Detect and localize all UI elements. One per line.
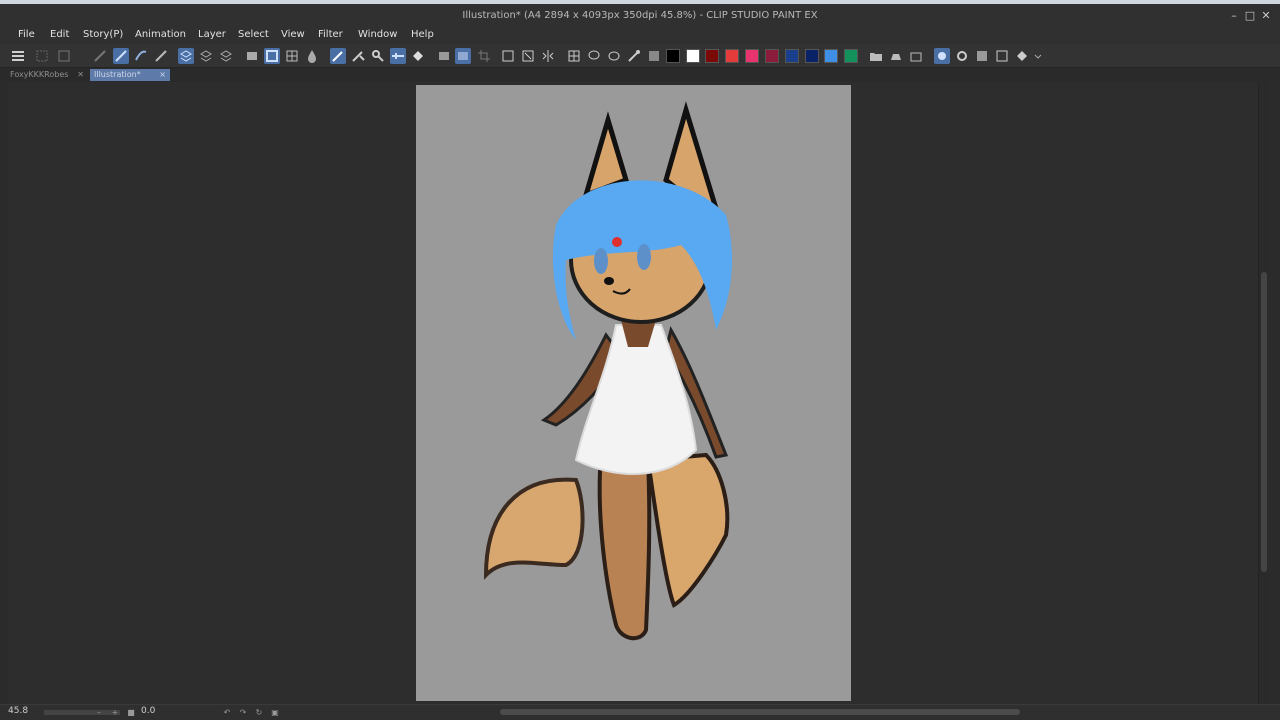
tab-foxykkkrobes[interactable]: FoxyKKKRobes ✕	[6, 69, 88, 81]
magic-wand-icon[interactable]	[626, 48, 642, 64]
crop-icon[interactable]	[476, 48, 492, 64]
export-icon[interactable]	[908, 48, 924, 64]
color-swatch-crimson[interactable]	[765, 49, 779, 63]
fit-icon[interactable]: ■	[126, 708, 136, 718]
layer-stack-2-icon[interactable]	[198, 48, 214, 64]
gear-icon[interactable]	[954, 48, 970, 64]
drawing-canvas[interactable]	[416, 85, 851, 701]
status-bar: 45.8 – + ■ 0.0 ↶ ↷ ↻ ▣	[0, 704, 1280, 720]
scale-icon[interactable]	[520, 48, 536, 64]
zoom-level[interactable]: 45.8	[8, 706, 28, 716]
color-swatch-blue[interactable]	[824, 49, 838, 63]
open-folder-icon[interactable]	[868, 48, 884, 64]
rect-icon[interactable]	[436, 48, 452, 64]
menu-animation[interactable]: Animation	[135, 29, 186, 40]
menu-view[interactable]: View	[281, 29, 305, 40]
zoom-out-icon[interactable]: –	[94, 708, 104, 718]
close-icon[interactable]: ✕	[77, 69, 84, 81]
frame-icon[interactable]	[264, 48, 280, 64]
color-swatch-red[interactable]	[725, 49, 739, 63]
hand-icon[interactable]	[1014, 48, 1030, 64]
color-swatch-green[interactable]	[844, 49, 858, 63]
ruler-snap-icon[interactable]	[390, 48, 406, 64]
snap-to-ruler-icon[interactable]	[113, 48, 129, 64]
menu-edit[interactable]: Edit	[50, 29, 69, 40]
color-swatch-black[interactable]	[666, 49, 680, 63]
zoom-slider[interactable]	[44, 710, 120, 715]
close-icon[interactable]: ×	[159, 69, 166, 81]
save-icon[interactable]	[888, 48, 904, 64]
menu-window[interactable]: Window	[358, 29, 397, 40]
lasso-2-icon[interactable]	[606, 48, 622, 64]
brush-icon[interactable]	[350, 48, 366, 64]
command-bar	[0, 44, 1280, 68]
color-swatch-navy[interactable]	[785, 49, 799, 63]
layer-palette-icon[interactable]	[974, 48, 990, 64]
tab-label: FoxyKKKRobes	[10, 70, 69, 79]
vertical-scrollbar[interactable]	[1258, 82, 1268, 704]
rect-2-icon[interactable]	[455, 48, 471, 64]
color-swatch-dark-navy[interactable]	[805, 49, 819, 63]
horizontal-scrollbar[interactable]	[500, 709, 1020, 715]
selection-launcher-icon[interactable]	[56, 48, 72, 64]
rotation-value[interactable]: 0.0	[141, 706, 155, 716]
ruler-pen-icon[interactable]	[92, 48, 108, 64]
selection-icon[interactable]	[566, 48, 582, 64]
color-swatch-pink[interactable]	[745, 49, 759, 63]
chevron-down-icon[interactable]	[1030, 48, 1042, 64]
layer-stack-3-icon[interactable]	[218, 48, 234, 64]
menu-filter[interactable]: Filter	[318, 29, 343, 40]
menu-select[interactable]: Select	[238, 29, 269, 40]
pen-icon[interactable]	[330, 48, 346, 64]
window-title: Illustration* (A4 2894 x 4093px 350dpi 4…	[462, 10, 818, 21]
tab-illustration[interactable]: Illustration* ×	[90, 69, 170, 81]
view-settings-icon[interactable]	[934, 48, 950, 64]
tab-label: Illustration*	[94, 70, 141, 79]
flip-horizontal-icon[interactable]: ▣	[270, 708, 280, 718]
vertical-scroll-thumb[interactable]	[1261, 272, 1267, 572]
navigator-icon[interactable]	[994, 48, 1010, 64]
document-tab-bar: FoxyKKKRobes ✕ Illustration* ×	[0, 68, 1280, 82]
rotate-right-icon[interactable]: ↷	[238, 708, 248, 718]
lasso-icon[interactable]	[586, 48, 602, 64]
character-illustration	[483, 101, 732, 641]
layer-mask-icon[interactable]	[646, 48, 662, 64]
menu-story[interactable]: Story(P)	[83, 29, 123, 40]
minimize-button[interactable]: –	[1226, 8, 1242, 24]
fill-drop-icon[interactable]	[304, 48, 320, 64]
snap-to-special-ruler-icon[interactable]	[133, 48, 149, 64]
rotate-left-icon[interactable]: ↶	[222, 708, 232, 718]
menu-layer[interactable]: Layer	[198, 29, 226, 40]
color-swatch-dark-red[interactable]	[705, 49, 719, 63]
wrench-icon[interactable]	[370, 48, 386, 64]
maximize-button[interactable]: □	[1242, 8, 1258, 24]
title-bar: Illustration* (A4 2894 x 4093px 350dpi 4…	[0, 0, 1280, 28]
deselect-icon[interactable]	[34, 48, 50, 64]
menu-file[interactable]: File	[18, 29, 35, 40]
fill-bucket-icon[interactable]	[410, 48, 426, 64]
zoom-in-icon[interactable]: +	[110, 708, 120, 718]
close-button[interactable]: ✕	[1258, 8, 1274, 24]
reset-rotation-icon[interactable]: ↻	[254, 708, 264, 718]
snap-to-grid-icon[interactable]	[153, 48, 169, 64]
hamburger-menu-icon[interactable]	[10, 48, 26, 64]
menu-bar: File Edit Story(P) Animation Layer Selec…	[0, 28, 1280, 44]
layer-stack-icon[interactable]	[178, 48, 194, 64]
transform-icon[interactable]	[500, 48, 516, 64]
grid-icon[interactable]	[284, 48, 300, 64]
color-swatch-white[interactable]	[686, 49, 700, 63]
flip-icon[interactable]	[540, 48, 556, 64]
menu-help[interactable]: Help	[411, 29, 434, 40]
canvas-icon[interactable]	[244, 48, 260, 64]
